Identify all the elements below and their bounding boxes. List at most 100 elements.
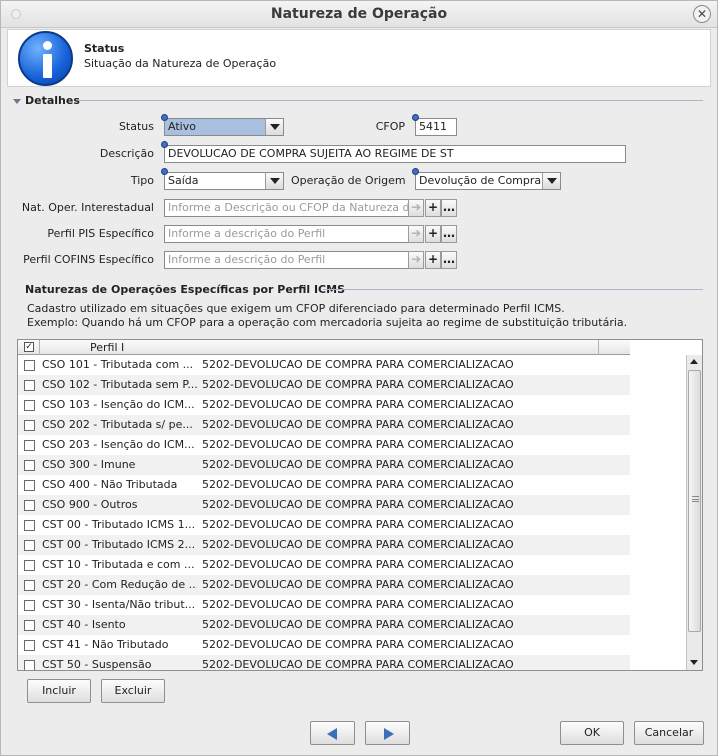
select-all-checkbox[interactable]: ✓ xyxy=(24,342,34,352)
add-cofins-button[interactable]: + xyxy=(425,251,441,269)
row-checkbox[interactable] xyxy=(24,400,35,411)
cfop-input[interactable]: 5411 xyxy=(415,118,457,136)
row-checkbox[interactable] xyxy=(24,380,35,391)
arrow-right-icon[interactable]: ➔ xyxy=(408,251,424,269)
row-checkbox[interactable] xyxy=(24,640,35,651)
icms-section-title: Naturezas de Operações Específicas por P… xyxy=(25,283,345,296)
icms-table[interactable]: ✓ Perfil I CSO 101 - Tributada com ... 52… xyxy=(17,339,703,671)
table-row[interactable]: CSO 300 - Imune 5202-DEVOLUCAO DE COMPRA … xyxy=(18,455,630,475)
row-perfil: CST 20 - Com Redução de ... xyxy=(42,578,197,591)
table-row[interactable]: CST 20 - Com Redução de ... 5202-DEVOLUCA… xyxy=(18,575,630,595)
chevron-down-icon[interactable] xyxy=(265,119,283,135)
table-row[interactable]: CSO 203 - Isenção do ICM... 5202-DEVOLUCA… xyxy=(18,435,630,455)
origem-label: Operação de Origem xyxy=(291,174,406,187)
status-select[interactable]: Ativo xyxy=(164,118,284,136)
interestadual-input[interactable]: Informe a Descrição ou CFOP da Natureza … xyxy=(164,199,409,217)
browse-interestadual-button[interactable]: … xyxy=(441,199,457,217)
arrow-right-icon[interactable]: ➔ xyxy=(408,199,424,217)
table-header: ✓ Perfil I xyxy=(18,340,630,355)
table-row[interactable]: CSO 102 - Tributada sem P... 5202-DEVOLUC… xyxy=(18,375,630,395)
table-row[interactable]: CST 30 - Isenta/Não tribut... 5202-DEVOLU… xyxy=(18,595,630,615)
chevron-down-icon[interactable] xyxy=(265,173,283,189)
row-cfop: 5202-DEVOLUCAO DE COMPRA PARA COMERCIALI… xyxy=(202,598,514,611)
arrow-right-icon xyxy=(384,728,394,740)
row-perfil: CSO 400 - Não Tributada xyxy=(42,478,178,491)
include-button[interactable]: Incluir xyxy=(27,679,91,703)
table-row[interactable]: CSO 101 - Tributada com ... 5202-DEVOLUCA… xyxy=(18,355,630,375)
table-row[interactable]: CST 10 - Tributada e com ... 5202-DEVOLUC… xyxy=(18,555,630,575)
close-button[interactable]: ✕ xyxy=(693,5,711,23)
row-checkbox[interactable] xyxy=(24,460,35,471)
title-bar[interactable]: Natureza de Operação ✕ xyxy=(1,1,717,28)
row-checkbox[interactable] xyxy=(24,440,35,451)
row-checkbox[interactable] xyxy=(24,500,35,511)
scroll-up-icon[interactable] xyxy=(687,355,702,369)
row-perfil: CST 00 - Tributado ICMS 2... xyxy=(42,538,196,551)
row-checkbox[interactable] xyxy=(24,620,35,631)
required-icon xyxy=(161,168,168,175)
row-checkbox[interactable] xyxy=(24,420,35,431)
table-row[interactable]: CST 00 - Tributado ICMS 1... 5202-DEVOLUC… xyxy=(18,515,630,535)
plus-icon: + xyxy=(427,226,439,240)
vertical-scrollbar[interactable] xyxy=(686,355,702,670)
required-icon xyxy=(161,114,168,121)
browse-pis-button[interactable]: … xyxy=(441,225,457,243)
row-checkbox[interactable] xyxy=(24,540,35,551)
next-button[interactable] xyxy=(365,721,410,745)
details-section-title: Detalhes xyxy=(25,94,80,107)
previous-button[interactable] xyxy=(310,721,355,745)
row-checkbox[interactable] xyxy=(24,560,35,571)
row-checkbox[interactable] xyxy=(24,360,35,371)
column-header-perfil[interactable]: Perfil I xyxy=(90,341,124,354)
scroll-down-icon[interactable] xyxy=(687,656,702,670)
cancel-button[interactable]: Cancelar xyxy=(634,721,704,745)
scroll-thumb[interactable] xyxy=(688,370,701,632)
row-checkbox[interactable] xyxy=(24,600,35,611)
ok-button[interactable]: OK xyxy=(560,721,624,745)
row-cfop: 5202-DEVOLUCAO DE COMPRA PARA COMERCIALI… xyxy=(202,558,514,571)
table-row[interactable]: CST 50 - Suspensão 5202-DEVOLUCAO DE COMP… xyxy=(18,655,630,670)
table-row[interactable]: CST 41 - Não Tributado 5202-DEVOLUCAO DE … xyxy=(18,635,630,655)
status-value: Ativo xyxy=(168,120,196,133)
required-icon xyxy=(412,168,419,175)
ellipsis-icon: … xyxy=(443,252,455,266)
row-cfop: 5202-DEVOLUCAO DE COMPRA PARA COMERCIALI… xyxy=(202,378,514,391)
cofins-input[interactable]: Informe a descrição do Perfil xyxy=(164,251,409,269)
row-checkbox[interactable] xyxy=(24,660,35,670)
exclude-button[interactable]: Excluir xyxy=(101,679,165,703)
row-perfil: CSO 103 - Isenção do ICM... xyxy=(42,398,195,411)
icms-description-line2: Exemplo: Quando há um CFOP para a operaç… xyxy=(27,316,628,329)
row-perfil: CST 40 - Isento xyxy=(42,618,126,631)
plus-icon: + xyxy=(427,252,439,266)
arrow-right-icon[interactable]: ➔ xyxy=(408,225,424,243)
row-checkbox[interactable] xyxy=(24,480,35,491)
table-row[interactable]: CSO 400 - Não Tributada 5202-DEVOLUCAO DE… xyxy=(18,475,630,495)
origem-value: Devolução de Compra xyxy=(419,174,542,187)
tipo-value: Saída xyxy=(168,174,199,187)
row-cfop: 5202-DEVOLUCAO DE COMPRA PARA COMERCIALI… xyxy=(202,438,514,451)
chevron-down-icon[interactable] xyxy=(542,173,560,189)
ellipsis-icon: … xyxy=(443,200,455,214)
pis-label: Perfil PIS Específico xyxy=(47,227,154,240)
table-row[interactable]: CSO 202 - Tributada s/ pe... 5202-DEVOLUC… xyxy=(18,415,630,435)
table-row[interactable]: CSO 103 - Isenção do ICM... 5202-DEVOLUCA… xyxy=(18,395,630,415)
pis-input[interactable]: Informe a descrição do Perfil xyxy=(164,225,409,243)
add-interestadual-button[interactable]: + xyxy=(425,199,441,217)
table-row[interactable]: CST 40 - Isento 5202-DEVOLUCAO DE COMPRA … xyxy=(18,615,630,635)
row-checkbox[interactable] xyxy=(24,580,35,591)
required-icon xyxy=(161,141,168,148)
table-row[interactable]: CSO 900 - Outros 5202-DEVOLUCAO DE COMPRA… xyxy=(18,495,630,515)
origem-select[interactable]: Devolução de Compra xyxy=(415,172,561,190)
table-row[interactable]: CST 00 - Tributado ICMS 2... 5202-DEVOLUC… xyxy=(18,535,630,555)
tipo-select[interactable]: Saída xyxy=(164,172,284,190)
row-cfop: 5202-DEVOLUCAO DE COMPRA PARA COMERCIALI… xyxy=(202,638,514,651)
details-section-toggle[interactable]: Detalhes xyxy=(13,94,80,107)
close-icon: ✕ xyxy=(696,7,708,21)
add-pis-button[interactable]: + xyxy=(425,225,441,243)
browse-cofins-button[interactable]: … xyxy=(441,251,457,269)
descricao-input[interactable]: DEVOLUCAO DE COMPRA SUJEITA AO REGIME DE… xyxy=(164,145,626,163)
header-subtitle: Situação da Natureza de Operação xyxy=(84,57,277,70)
dialog-window: Natureza de Operação ✕ Status Situação d… xyxy=(0,0,718,756)
row-checkbox[interactable] xyxy=(24,520,35,531)
row-cfop: 5202-DEVOLUCAO DE COMPRA PARA COMERCIALI… xyxy=(202,618,514,631)
